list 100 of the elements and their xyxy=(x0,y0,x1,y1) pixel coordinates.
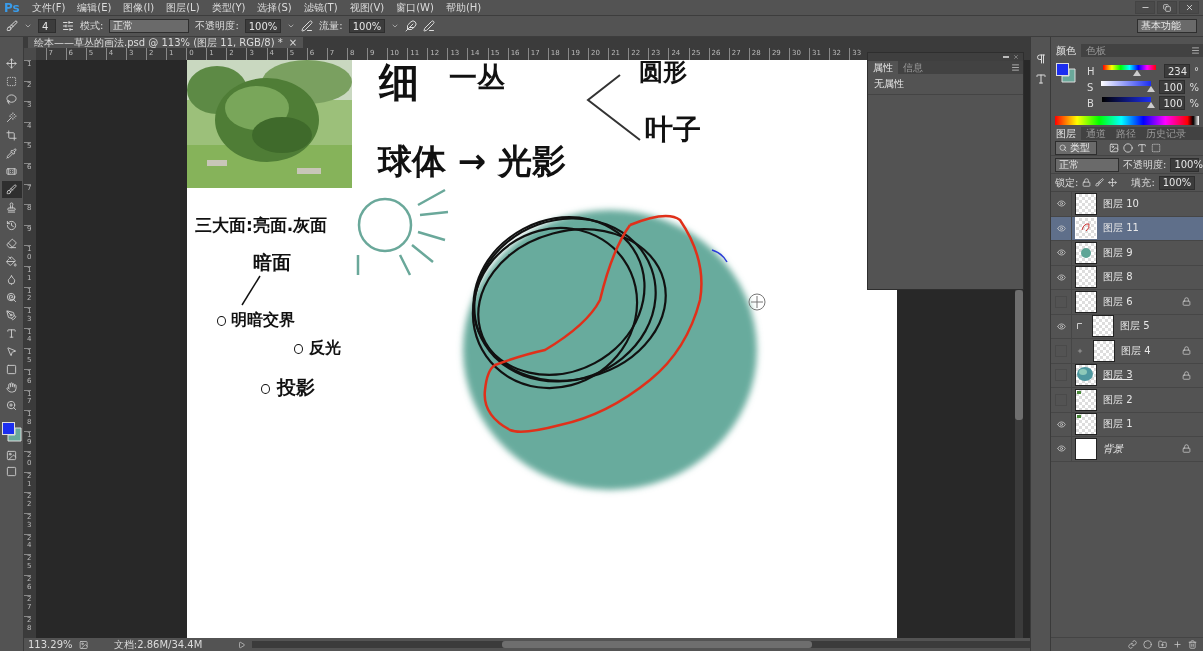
channel-label: H xyxy=(1087,65,1095,77)
workspace-select[interactable]: 基本功能 xyxy=(1137,19,1197,33)
menu-item[interactable]: 图层(L) xyxy=(160,0,206,15)
eyedropper-icon xyxy=(6,148,17,159)
text-filter-icon[interactable] xyxy=(1137,142,1147,153)
eye-icon[interactable] xyxy=(1056,198,1066,209)
move-icon[interactable] xyxy=(1108,178,1118,187)
foreground-swatch[interactable] xyxy=(1,422,15,435)
brush-size-field[interactable]: 4 xyxy=(38,19,56,33)
brush-panel-icon[interactable] xyxy=(62,20,74,32)
horizontal-scrollbar[interactable] xyxy=(251,641,1030,648)
minimize-button[interactable] xyxy=(1135,1,1155,14)
layer-row[interactable]: 背景 xyxy=(1051,437,1203,462)
pointer-icon xyxy=(6,346,17,357)
foreground-swatch[interactable] xyxy=(1056,63,1069,76)
blend-mode-select[interactable]: 正常 xyxy=(1055,157,1119,172)
square-icon xyxy=(6,364,17,375)
brush-icon xyxy=(6,184,17,195)
panel-menu-icon[interactable] xyxy=(1011,63,1020,72)
fill-field[interactable]: 100% xyxy=(1158,175,1196,190)
layer-row[interactable]: 图层 9 xyxy=(1051,241,1203,266)
layer-row[interactable]: 图层 8 xyxy=(1051,265,1203,290)
adjustment-icon[interactable] xyxy=(1143,640,1152,649)
brush-icon[interactable] xyxy=(1095,178,1105,187)
trash-icon[interactable] xyxy=(1188,640,1197,649)
caret-icon[interactable] xyxy=(287,22,296,30)
menu-item[interactable]: 帮助(H) xyxy=(439,0,488,15)
menu-item[interactable]: 窗口(W) xyxy=(390,0,440,15)
pressure-icon[interactable] xyxy=(301,20,314,32)
caret-icon[interactable] xyxy=(24,22,32,30)
unit-label: % xyxy=(1189,81,1199,93)
layer-row[interactable]: 图层 3 xyxy=(1051,363,1203,388)
layer-row[interactable]: 图层 2 xyxy=(1051,388,1203,413)
opacity-field[interactable]: 100% xyxy=(244,19,282,33)
document-tab[interactable]: 绘本——草丛的画法.psd @ 113% (图层 11, RGB/8) * × xyxy=(28,37,304,48)
layer-name: 图层 3 xyxy=(1103,368,1133,383)
link-icon[interactable] xyxy=(1128,640,1137,649)
caret-icon[interactable] xyxy=(391,22,400,30)
eye-icon[interactable] xyxy=(1056,272,1066,283)
panel-tab[interactable]: 颜色 xyxy=(1051,44,1081,57)
eye-icon[interactable] xyxy=(1056,247,1066,258)
droplet-icon xyxy=(6,274,17,285)
channel-value-field[interactable]: 100 xyxy=(1159,96,1186,110)
layer-row[interactable]: 图层 4 xyxy=(1051,339,1203,364)
restore-button[interactable] xyxy=(1157,1,1177,14)
pressure-icon[interactable] xyxy=(423,20,436,32)
mode-select[interactable]: 正常 xyxy=(109,19,190,33)
shape-filter-icon[interactable] xyxy=(1151,142,1161,153)
brush-icon[interactable] xyxy=(6,20,18,32)
eye-icon[interactable] xyxy=(1056,223,1066,234)
panel-tab[interactable]: 色板 xyxy=(1081,44,1111,57)
panel-tab[interactable]: 通道 xyxy=(1081,127,1111,140)
filter-select[interactable]: 类型 xyxy=(1055,140,1097,155)
menu-item[interactable]: 类型(Y) xyxy=(205,0,252,15)
layer-row[interactable]: 图层 5 xyxy=(1051,314,1203,339)
panel-tab[interactable]: 历史记录 xyxy=(1141,127,1191,140)
panel-tab[interactable]: 属性 xyxy=(868,61,898,74)
panel-menu-icon[interactable] xyxy=(1191,46,1200,55)
eye-icon[interactable] xyxy=(1056,443,1066,454)
layer-row[interactable]: 图层 6 xyxy=(1051,290,1203,315)
background-swatch[interactable] xyxy=(7,427,21,442)
menu-item[interactable]: 图像(I) xyxy=(117,0,161,15)
layer-row[interactable]: 图层 11 xyxy=(1051,216,1203,241)
close-button[interactable] xyxy=(1179,1,1199,14)
adjustment-filter-icon[interactable] xyxy=(1123,142,1133,153)
close-tab-icon[interactable]: × xyxy=(288,37,298,48)
background-swatch[interactable] xyxy=(1061,68,1076,83)
layer-name: 图层 6 xyxy=(1103,294,1133,309)
character-icon[interactable] xyxy=(1034,73,1047,85)
lock-icon[interactable] xyxy=(1082,178,1092,187)
layer-row[interactable]: 图层 10 xyxy=(1051,192,1203,217)
quick-mask-icon[interactable] xyxy=(6,450,17,461)
new-group-icon[interactable] xyxy=(1158,640,1167,649)
flow-field[interactable]: 100% xyxy=(348,19,386,33)
menu-item[interactable]: 视图(V) xyxy=(343,0,391,15)
eye-icon[interactable] xyxy=(1056,321,1066,332)
image-filter-icon[interactable] xyxy=(1109,142,1119,153)
layer-row[interactable]: 图层 1 xyxy=(1051,412,1203,437)
bracket-drawing xyxy=(586,74,641,141)
channel-label: B xyxy=(1087,97,1094,109)
handwritten-note: 投影 xyxy=(277,378,315,397)
play-icon[interactable] xyxy=(238,640,246,649)
handwritten-note: 球体 → 光影 xyxy=(378,144,567,178)
tool-button[interactable] xyxy=(1,181,22,198)
eye-icon[interactable] xyxy=(1056,419,1066,430)
menu-item[interactable]: 选择(S) xyxy=(251,0,298,15)
menu-item[interactable]: 滤镜(T) xyxy=(297,0,344,15)
airbrush-icon[interactable] xyxy=(405,20,418,32)
panel-tab[interactable]: 图层 xyxy=(1051,127,1081,140)
menu-item[interactable]: 编辑(E) xyxy=(71,0,118,15)
new-layer-icon[interactable] xyxy=(1173,640,1182,649)
color-spectrum[interactable] xyxy=(1055,116,1199,125)
panel-tab[interactable]: 路径 xyxy=(1111,127,1141,140)
panel-tab[interactable]: 信息 xyxy=(898,61,928,74)
paragraph-icon[interactable] xyxy=(1034,53,1047,65)
channel-value-field[interactable]: 100 xyxy=(1159,80,1186,94)
menu-item[interactable]: 文件(F) xyxy=(25,0,72,15)
channel-value-field[interactable]: 234 xyxy=(1164,64,1190,78)
screen-mode-icon[interactable] xyxy=(6,466,17,477)
close-icon[interactable] xyxy=(1013,54,1019,60)
